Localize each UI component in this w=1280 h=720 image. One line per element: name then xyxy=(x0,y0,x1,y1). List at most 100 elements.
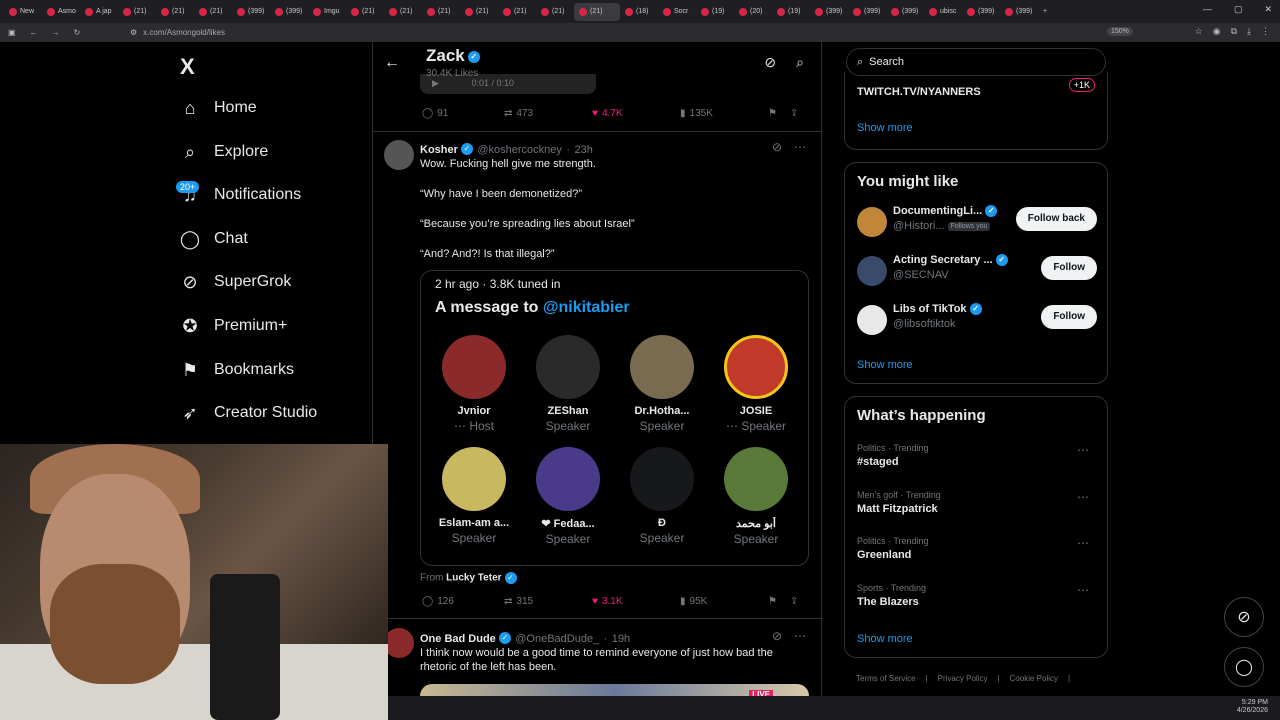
browser-tab[interactable]: (399) xyxy=(886,3,924,21)
forward-icon[interactable]: → xyxy=(52,28,60,37)
browser-tab[interactable]: (399) xyxy=(270,3,308,21)
sidebar-item-home[interactable]: ⌂ Home xyxy=(180,98,257,118)
trend-item[interactable]: Politics · Trending #staged ⋯ xyxy=(857,443,1097,468)
timestamp[interactable]: 19h xyxy=(612,633,630,645)
follow-suggestion[interactable]: DocumentingLi... ✓ @Histori... Follows you F… xyxy=(857,205,1097,243)
grok-icon[interactable]: ⊘ xyxy=(772,140,782,154)
browser-tab[interactable]: Socr xyxy=(658,3,696,21)
maximize-icon[interactable]: ▢ xyxy=(1234,4,1243,15)
author-name[interactable]: Kosher xyxy=(420,144,458,156)
messages-fab-icon[interactable]: ◯ xyxy=(1224,647,1264,687)
more-options-icon[interactable]: ⋯ xyxy=(1077,490,1089,504)
browser-tab[interactable]: (21) xyxy=(574,2,620,21)
avatar[interactable] xyxy=(857,256,887,286)
reply-button[interactable]: ◯ 91 xyxy=(422,108,504,119)
zoom-indicator[interactable]: 150% xyxy=(1107,27,1133,36)
browser-tab[interactable]: (399) xyxy=(962,3,1000,21)
browser-tab[interactable]: (399) xyxy=(232,3,270,21)
more-options-icon[interactable]: ⋯ xyxy=(1077,443,1089,457)
author-name[interactable]: One Bad Dude xyxy=(420,633,496,645)
avatar[interactable] xyxy=(384,628,414,658)
suggestion-name[interactable]: Libs of TikTok ✓ xyxy=(893,303,982,316)
account-icon[interactable]: ◉ xyxy=(1213,26,1221,37)
author-handle[interactable]: @OneBadDude_ xyxy=(515,633,599,645)
search-icon[interactable]: ⌕ xyxy=(796,54,804,71)
clock-date[interactable]: 4/26/2026 xyxy=(1237,707,1268,715)
footer-link[interactable]: Cookie Policy xyxy=(1010,674,1058,683)
site-info-icon[interactable]: ⚙ xyxy=(130,28,137,37)
share-icon[interactable]: ⇪ xyxy=(790,596,798,607)
sidebar-item-bookmarks[interactable]: ⚑ Bookmarks xyxy=(180,360,294,380)
reload-icon[interactable]: ↻ xyxy=(74,28,81,37)
trend-item[interactable]: Sports · Trending The Blazers ⋯ xyxy=(857,583,1097,608)
more-options-icon[interactable]: ⋯ xyxy=(1077,536,1089,550)
browser-tab[interactable]: (21) xyxy=(156,3,194,21)
browser-tab[interactable]: (21) xyxy=(536,3,574,21)
space-speaker[interactable]: Đ Speaker xyxy=(615,447,709,545)
suggestion-name[interactable]: Acting Secretary ... ✓ xyxy=(893,254,1008,267)
footer-link[interactable]: Terms of Service xyxy=(856,674,916,683)
browser-tab[interactable]: (21) xyxy=(346,3,384,21)
follow-button[interactable]: Follow back xyxy=(1015,207,1097,231)
follow-button[interactable]: Follow xyxy=(1041,305,1097,329)
sidebar-item-premium[interactable]: ✪ Premium+ xyxy=(180,316,287,336)
show-more-link[interactable]: Show more xyxy=(857,633,913,645)
more-options-icon[interactable]: ⋯ xyxy=(794,629,806,643)
back-arrow-icon[interactable]: ← xyxy=(384,54,400,72)
share-icon[interactable]: ⇪ xyxy=(790,108,798,119)
browser-tab[interactable]: (21) xyxy=(118,3,156,21)
extensions-icon[interactable]: ⧉ xyxy=(1231,26,1237,37)
avatar[interactable] xyxy=(857,305,887,335)
reply-button[interactable]: ◯ 126 xyxy=(422,596,504,607)
x-logo[interactable]: X xyxy=(180,54,195,80)
browser-tab[interactable]: (21) xyxy=(194,3,232,21)
close-icon[interactable]: ✕ xyxy=(1264,4,1272,15)
browser-tab[interactable]: A jap xyxy=(80,3,118,21)
like-button[interactable]: ♥ 3.1K xyxy=(592,596,680,607)
space-card[interactable]: 2 hr ago · 3.8K tuned in A message to @n… xyxy=(420,270,809,566)
space-speaker[interactable]: أبو محمد Speaker xyxy=(709,447,803,546)
space-speaker[interactable]: Dr.Hotha... Speaker xyxy=(615,335,709,433)
browser-tab[interactable]: (19) xyxy=(696,3,734,21)
more-options-icon[interactable]: ⋯ xyxy=(1077,583,1089,597)
minimize-icon[interactable]: — xyxy=(1203,4,1212,15)
browser-tab[interactable]: (20) xyxy=(734,3,772,21)
bookmark-icon[interactable]: ⚑ xyxy=(768,108,790,119)
mention-link[interactable]: @nikitabier xyxy=(543,299,630,316)
footer-link[interactable]: Privacy Policy xyxy=(938,674,988,683)
clock-time[interactable]: 5:29 PM xyxy=(1237,699,1268,707)
menu-icon[interactable]: ⋮ xyxy=(1261,26,1270,37)
views-button[interactable]: ▮ 135K xyxy=(680,108,768,119)
show-more-link[interactable]: Show more xyxy=(857,359,913,371)
new-tab-button[interactable]: + xyxy=(1038,3,1058,21)
grok-icon[interactable]: ⊘ xyxy=(764,54,776,71)
browser-tab[interactable]: (21) xyxy=(422,3,460,21)
live-item[interactable]: TWITCH.TV/NYANNERS xyxy=(857,86,981,98)
show-more-link[interactable]: Show more xyxy=(857,122,913,134)
sidebar-item-chat[interactable]: ◯ Chat xyxy=(180,229,248,249)
trend-item[interactable]: Politics · Trending Greenland ⋯ xyxy=(857,536,1097,561)
avatar[interactable] xyxy=(384,140,414,170)
sidebar-toggle-icon[interactable]: ▣ xyxy=(8,28,16,37)
like-button[interactable]: ♥ 4.7K xyxy=(592,108,680,119)
star-icon[interactable]: ☆ xyxy=(1195,26,1203,37)
repost-button[interactable]: ⇄ 315 xyxy=(504,596,592,607)
follow-button[interactable]: Follow xyxy=(1041,256,1097,280)
avatar[interactable] xyxy=(857,207,887,237)
sidebar-item-creator-studio[interactable]: ➶ Creator Studio xyxy=(180,403,317,423)
timestamp[interactable]: 23h xyxy=(574,144,592,156)
browser-tab[interactable]: (21) xyxy=(384,3,422,21)
browser-tab[interactable]: (19) xyxy=(772,3,810,21)
browser-tab[interactable]: (399) xyxy=(810,3,848,21)
url-field[interactable]: x.com/Asmongold/likes xyxy=(143,28,225,37)
browser-tab[interactable]: (21) xyxy=(460,3,498,21)
bookmark-icon[interactable]: ⚑ xyxy=(768,596,790,607)
trend-item[interactable]: Men's golf · Trending Matt Fitzpatrick ⋯ xyxy=(857,490,1097,515)
space-speaker[interactable]: Jvnior ⋯ Host xyxy=(427,335,521,433)
space-speaker[interactable]: Eslam-am a... Speaker xyxy=(427,447,521,545)
more-options-icon[interactable]: ⋯ xyxy=(794,140,806,154)
browser-tab[interactable]: New xyxy=(4,3,42,21)
browser-tab[interactable]: ubisc xyxy=(924,3,962,21)
grok-fab-icon[interactable]: ⊘ xyxy=(1224,597,1264,637)
browser-tab[interactable]: (18) xyxy=(620,3,658,21)
